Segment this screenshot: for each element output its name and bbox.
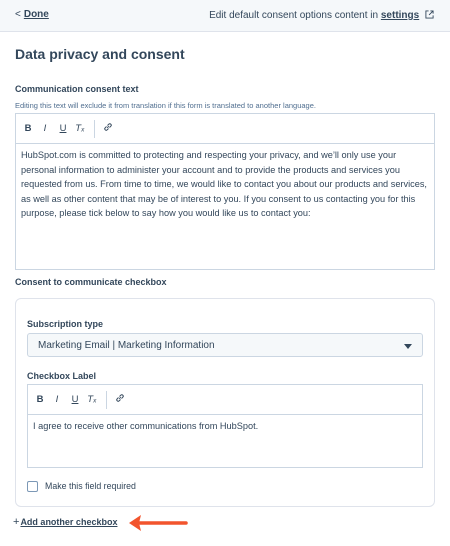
toolbar-divider: [94, 120, 95, 138]
translation-hint: Editing this text will exclude it from t…: [15, 101, 316, 110]
underline-button[interactable]: U: [56, 122, 70, 136]
edit-consent-text: Edit default consent options content in: [209, 10, 379, 21]
communication-text-editor[interactable]: B I U Tₓ HubSpot.com is committed to pro…: [15, 113, 435, 270]
done-label: Done: [23, 9, 49, 20]
chevron-left-icon: <: [15, 9, 21, 20]
edit-consent-note: Edit default consent options content in …: [209, 10, 434, 22]
page-title: Data privacy and consent: [15, 46, 185, 62]
consent-checkbox-card: Subscription type Marketing Email | Mark…: [15, 298, 435, 507]
link-icon[interactable]: [113, 393, 127, 407]
bold-button[interactable]: B: [21, 122, 35, 136]
bold-button[interactable]: B: [33, 393, 47, 407]
underline-button[interactable]: U: [68, 393, 82, 407]
toolbar-divider: [106, 391, 107, 409]
add-another-checkbox-label: Add another checkbox: [20, 517, 118, 527]
annotation-arrow-icon: [129, 515, 188, 531]
communication-text[interactable]: HubSpot.com is committed to protecting a…: [21, 148, 429, 221]
add-another-checkbox-link[interactable]: +Add another checkbox: [13, 516, 117, 528]
subscription-type-select[interactable]: Marketing Email | Marketing Information: [27, 333, 423, 357]
consent-checkbox-label: Consent to communicate checkbox: [15, 277, 167, 287]
communication-consent-label: Communication consent text: [15, 84, 139, 94]
italic-button[interactable]: I: [38, 122, 52, 136]
plus-icon: +: [13, 516, 20, 528]
required-field-label: Make this field required: [45, 481, 136, 491]
editor-toolbar: B I U Tₓ: [16, 114, 434, 144]
top-bar: < Done Edit default consent options conte…: [0, 0, 450, 32]
subscription-type-value: Marketing Email | Marketing Information: [38, 340, 215, 351]
caret-down-icon: [404, 344, 412, 349]
checkbox-label-title: Checkbox Label: [27, 371, 97, 381]
settings-link[interactable]: settings: [381, 10, 419, 21]
required-field-checkbox[interactable]: [27, 481, 38, 492]
checkbox-label-text[interactable]: I agree to receive other communications …: [33, 419, 417, 434]
subscription-type-label: Subscription type: [27, 319, 104, 329]
clear-format-button[interactable]: Tₓ: [73, 122, 87, 136]
italic-button[interactable]: I: [50, 393, 64, 407]
clear-format-button[interactable]: Tₓ: [85, 393, 99, 407]
editor-toolbar: B I U Tₓ: [28, 385, 422, 415]
checkbox-label-editor[interactable]: B I U Tₓ I agree to receive other commun…: [27, 384, 423, 468]
done-link[interactable]: < Done: [15, 9, 49, 20]
link-icon[interactable]: [101, 122, 115, 136]
external-link-icon[interactable]: [425, 10, 434, 22]
